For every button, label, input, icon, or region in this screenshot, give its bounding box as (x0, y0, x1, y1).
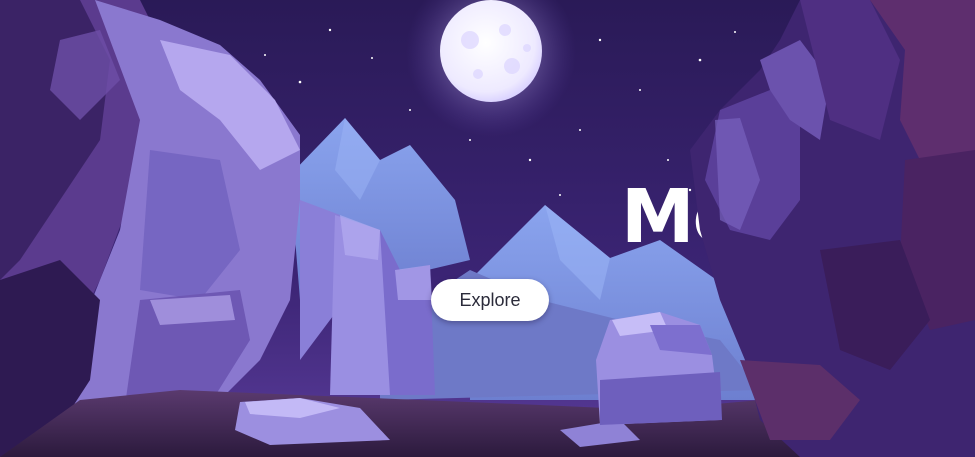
hero-title: Mo (621, 174, 714, 260)
night-canyon-illustration (0, 0, 975, 457)
hero-section: Mo Explore (0, 0, 975, 457)
explore-button[interactable]: Explore (431, 279, 549, 321)
